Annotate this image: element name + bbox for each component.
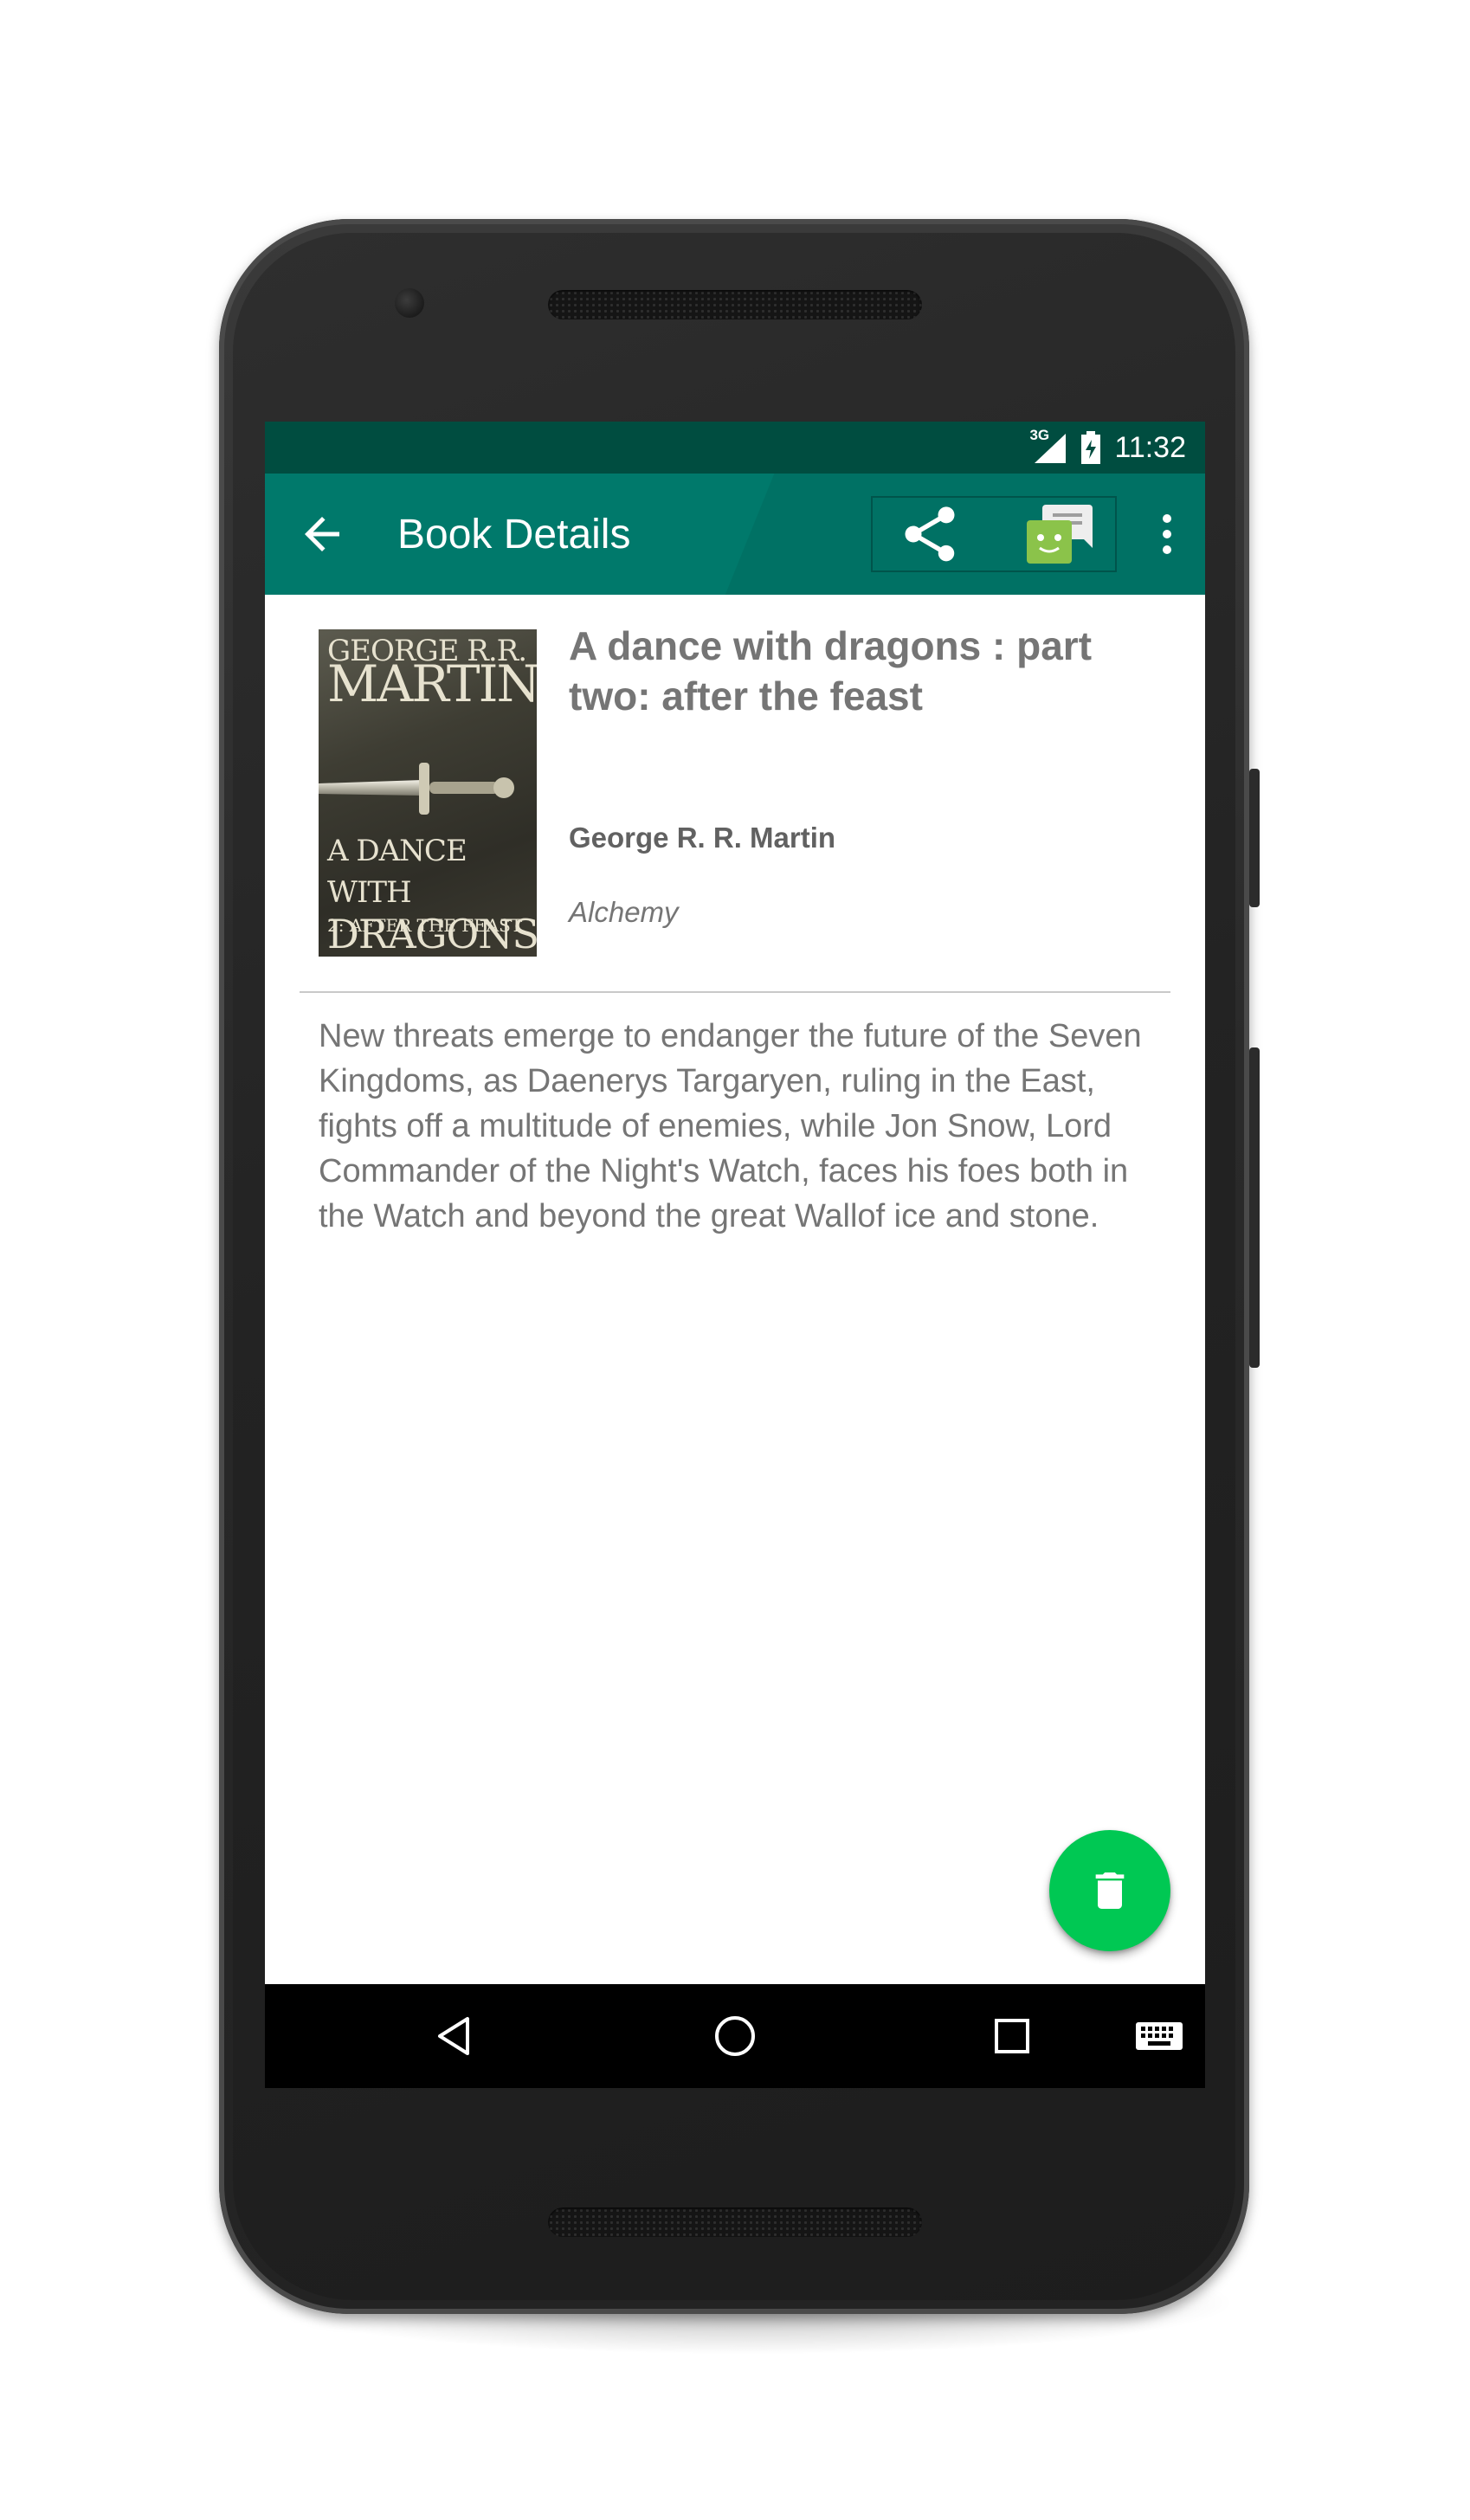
navigation-bar — [265, 1984, 1205, 2088]
delete-fab[interactable] — [1049, 1830, 1170, 1951]
book-publisher: Alchemy — [569, 896, 679, 928]
volume-button — [1249, 1047, 1260, 1368]
status-bar: 3G 11:32 — [265, 422, 1205, 474]
page-title: Book Details — [397, 511, 631, 557]
status-time: 11:32 — [1114, 430, 1186, 464]
cover-title-line1: A Dance with — [327, 834, 467, 910]
status-icons: 3G 11:32 — [1029, 422, 1186, 474]
signal-icon: 3G — [1029, 427, 1067, 465]
bottom-speaker — [548, 2207, 922, 2237]
cover-sword-art — [319, 763, 514, 815]
keyboard-button[interactable] — [1131, 2010, 1188, 2062]
screen: 3G 11:32 Book Details GEORGE R.R. MARTIN… — [265, 422, 1205, 2088]
front-camera — [395, 288, 424, 318]
nav-home-button[interactable] — [709, 2010, 761, 2062]
battery-icon — [1081, 431, 1101, 464]
cover-author: George R.R. Martin — [327, 635, 537, 713]
nav-recents-button[interactable] — [986, 2010, 1038, 2062]
book-details-content: George R.R. Martin A Dance with D — [265, 595, 1205, 1984]
share-icon — [905, 506, 955, 562]
android-chat-icon — [1027, 505, 1093, 564]
arrow-back-icon — [305, 517, 339, 551]
cover-author-line2: Martin — [327, 654, 537, 713]
delete-icon — [1095, 1872, 1125, 1909]
cover-title: A Dance with Dragons — [327, 830, 537, 955]
book-cover: George R.R. Martin A Dance with D — [319, 629, 537, 957]
nav-back-button[interactable] — [429, 2010, 481, 2062]
nav-home-icon — [715, 2016, 755, 2056]
nav-recents-icon — [995, 2019, 1029, 2053]
top-speaker — [548, 290, 922, 319]
book-title: A dance with dragons : part two: after t… — [569, 623, 1093, 719]
more-vert-icon — [1163, 514, 1171, 554]
back-button[interactable] — [296, 508, 348, 560]
app-bar: Book Details — [265, 474, 1205, 595]
divider — [300, 991, 1170, 993]
power-button — [1249, 769, 1260, 907]
share-button[interactable] — [897, 501, 963, 567]
keyboard-icon — [1136, 2022, 1183, 2050]
overflow-menu-button[interactable] — [1150, 508, 1184, 560]
nav-back-icon — [438, 2017, 469, 2055]
book-author: George R. R. Martin — [569, 822, 836, 854]
book-description: New threats emerge to endanger the futur… — [319, 1018, 1142, 1234]
cover-subtitle: 2: After the Feast — [327, 915, 523, 936]
chat-button[interactable] — [1023, 498, 1096, 570]
